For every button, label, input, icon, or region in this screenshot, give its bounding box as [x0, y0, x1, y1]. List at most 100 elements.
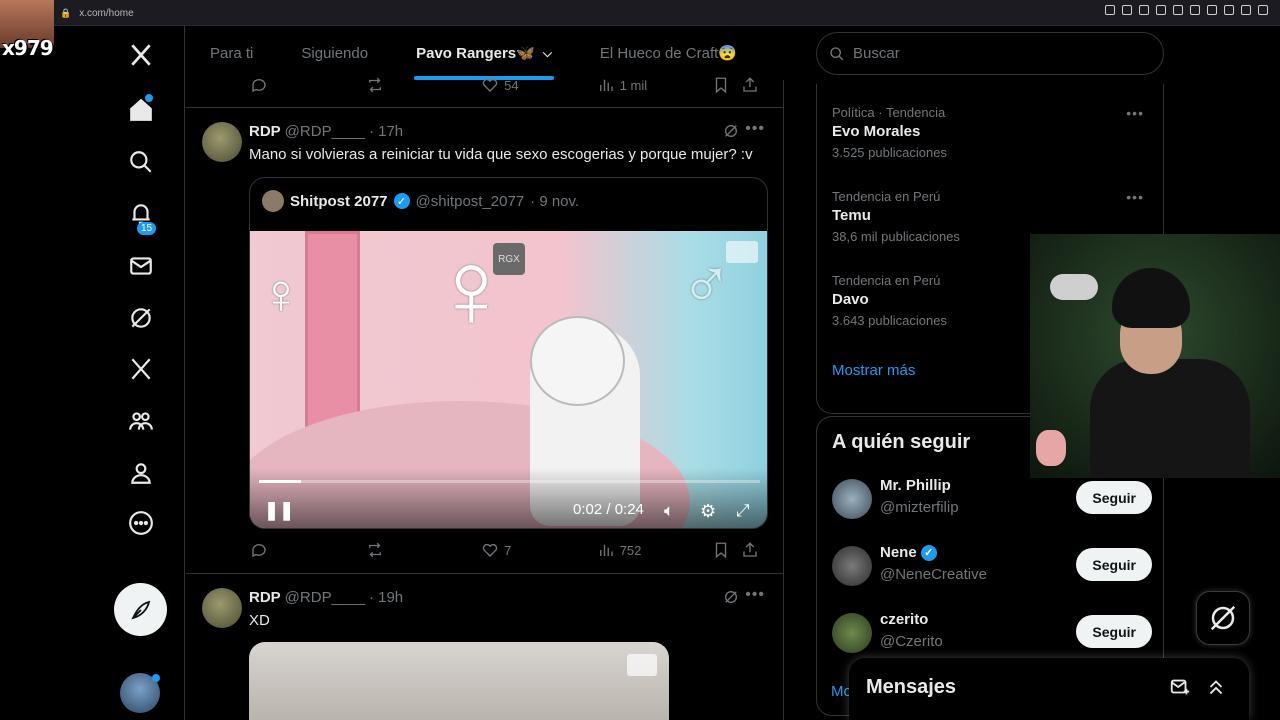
search-input[interactable]: Buscar: [816, 32, 1164, 75]
tab-el-hueco-de-craft[interactable]: El Hueco de Craft😨: [576, 26, 761, 80]
repost-button[interactable]: [366, 541, 482, 559]
bookmark-icon: [716, 542, 727, 559]
follow-button[interactable]: Seguir: [1076, 481, 1152, 514]
heart-icon[interactable]: [1207, 5, 1217, 15]
pin-icon[interactable]: [1122, 5, 1132, 15]
lock-icon: 🔒: [60, 7, 72, 18]
share-button[interactable]: [741, 76, 770, 94]
suggestion-name: czerito: [880, 611, 928, 628]
bookmark-button[interactable]: [712, 541, 741, 559]
suggestion-name-text: Nene: [880, 544, 917, 561]
bookmark-icon: [716, 77, 727, 94]
video-frame-figure-head: [530, 316, 625, 406]
quoted-post[interactable]: Shitpost 2077 ✓ @shitpost_2077 · 9 nov. …: [249, 177, 768, 529]
streamer-body: [1090, 359, 1250, 478]
more-options-icon[interactable]: •••: [1126, 105, 1144, 121]
post-time[interactable]: · 19h: [369, 589, 403, 606]
follow-button[interactable]: Seguir: [1076, 615, 1152, 648]
like-count: 7: [504, 542, 512, 558]
puzzle-icon[interactable]: [1224, 5, 1234, 15]
reply-icon: [252, 79, 266, 93]
follow-suggestion[interactable]: Nene ✓ @NeneCreative Seguir: [832, 544, 1152, 592]
suggestion-name: Mr. Phillip: [880, 477, 951, 494]
share-button[interactable]: [741, 541, 770, 559]
zoom-icon[interactable]: [1105, 5, 1115, 15]
post-time[interactable]: · 17h: [369, 123, 403, 140]
timeline-feed: 54 1 mil RDP @RDP____ · 17h ••• Mano si …: [186, 77, 784, 720]
bookmark-button[interactable]: [712, 76, 741, 94]
trend-item[interactable]: Política · Tendencia Evo Morales 3.525 p…: [832, 105, 1152, 160]
volume-icon[interactable]: 🔈︎: [664, 501, 674, 521]
tab-para-ti[interactable]: Para ti: [186, 26, 277, 80]
reply-button[interactable]: [250, 76, 366, 94]
like-button[interactable]: 7: [481, 541, 597, 559]
timeline-tabs: Para ti Siguiendo Pavo Rangers🦋 ⌵ El Hue…: [186, 26, 784, 80]
grok-icon[interactable]: [723, 589, 739, 605]
shield-icon[interactable]: [1156, 5, 1166, 15]
url-text: x.com/home: [79, 7, 134, 19]
webcam-overlay: [1030, 234, 1280, 478]
post-divider: [186, 573, 784, 574]
show-more-link[interactable]: Mostrar más: [832, 362, 915, 379]
author-handle[interactable]: @RDP____: [285, 589, 365, 606]
x-logo-icon[interactable]: [124, 38, 158, 72]
grok-icon[interactable]: [124, 301, 158, 335]
video-progress-bar[interactable]: [259, 480, 760, 483]
pause-icon[interactable]: ❚❚: [264, 500, 294, 521]
bookmark-icon[interactable]: [1139, 5, 1149, 15]
like-button[interactable]: 54: [481, 76, 597, 94]
quoted-post-header: Shitpost 2077 ✓ @shitpost_2077 · 9 nov.: [262, 190, 579, 212]
follow-suggestion[interactable]: czerito @Czerito Seguir: [832, 611, 1152, 659]
more-options-icon[interactable]: •••: [1126, 189, 1144, 205]
messages-drawer[interactable]: Mensajes: [849, 658, 1249, 720]
avatar[interactable]: [832, 546, 872, 586]
search-icon[interactable]: [124, 145, 158, 179]
follow-suggestion[interactable]: Mr. Phillip @mizterfilip Seguir: [832, 477, 1152, 525]
video-player[interactable]: ♀ ♀ ♂ RGX ❚❚ 0:02 / 0:24 🔈︎ ⚙ ⤢: [250, 231, 767, 528]
video-download-icon[interactable]: [726, 241, 758, 263]
post-image[interactable]: [249, 642, 669, 720]
video-frame-symbol: ♀: [260, 262, 302, 325]
more-options-icon[interactable]: •••: [745, 586, 765, 604]
avatar[interactable]: [202, 122, 242, 162]
settings-gear-icon[interactable]: ⚙: [700, 501, 716, 522]
post-header: RDP @RDP____ · 19h: [249, 589, 403, 606]
tab-siguiendo[interactable]: Siguiendo: [277, 26, 392, 80]
left-sidebar: 15: [0, 26, 185, 720]
profile-icon[interactable]: [124, 456, 158, 490]
suggestion-name-text: czerito: [880, 611, 929, 628]
reply-button[interactable]: [250, 541, 366, 559]
grok-floating-button[interactable]: [1196, 591, 1250, 645]
repost-button[interactable]: [366, 76, 482, 94]
new-message-icon[interactable]: [1169, 676, 1191, 703]
fullscreen-icon[interactable]: ⤢: [736, 501, 750, 521]
sticker-image: [1036, 430, 1066, 466]
download-icon[interactable]: [1241, 5, 1251, 15]
play-icon[interactable]: [1190, 5, 1200, 15]
menu-icon[interactable]: [1258, 5, 1268, 15]
author-name[interactable]: RDP: [249, 123, 281, 140]
views-button[interactable]: 752: [597, 541, 713, 559]
quoted-avatar: [262, 190, 284, 212]
tab-pavo-rangers[interactable]: Pavo Rangers🦋 ⌵: [392, 26, 576, 80]
premium-x-icon[interactable]: [124, 352, 158, 386]
author-handle[interactable]: @RDP____: [285, 123, 365, 140]
author-name[interactable]: RDP: [249, 589, 281, 606]
download-icon[interactable]: [627, 654, 657, 676]
follow-button[interactable]: Seguir: [1076, 548, 1152, 581]
chevron-down-icon[interactable]: ⌵: [543, 46, 552, 61]
avatar[interactable]: [832, 479, 872, 519]
expand-up-icon[interactable]: [1205, 676, 1227, 703]
avatar[interactable]: [832, 613, 872, 653]
tab-label: Siguiendo: [301, 44, 369, 62]
more-options-icon[interactable]: •••: [745, 120, 765, 138]
compose-post-button[interactable]: [114, 583, 167, 636]
communities-icon[interactable]: [124, 404, 158, 438]
address-bar[interactable]: 🔒 x.com/home: [60, 4, 1080, 22]
block-icon[interactable]: [1173, 5, 1183, 15]
grok-icon[interactable]: [723, 123, 739, 139]
more-circle-icon[interactable]: [124, 506, 158, 540]
views-button[interactable]: 1 mil: [597, 76, 713, 94]
avatar[interactable]: [202, 588, 242, 628]
mail-icon[interactable]: [124, 249, 158, 283]
